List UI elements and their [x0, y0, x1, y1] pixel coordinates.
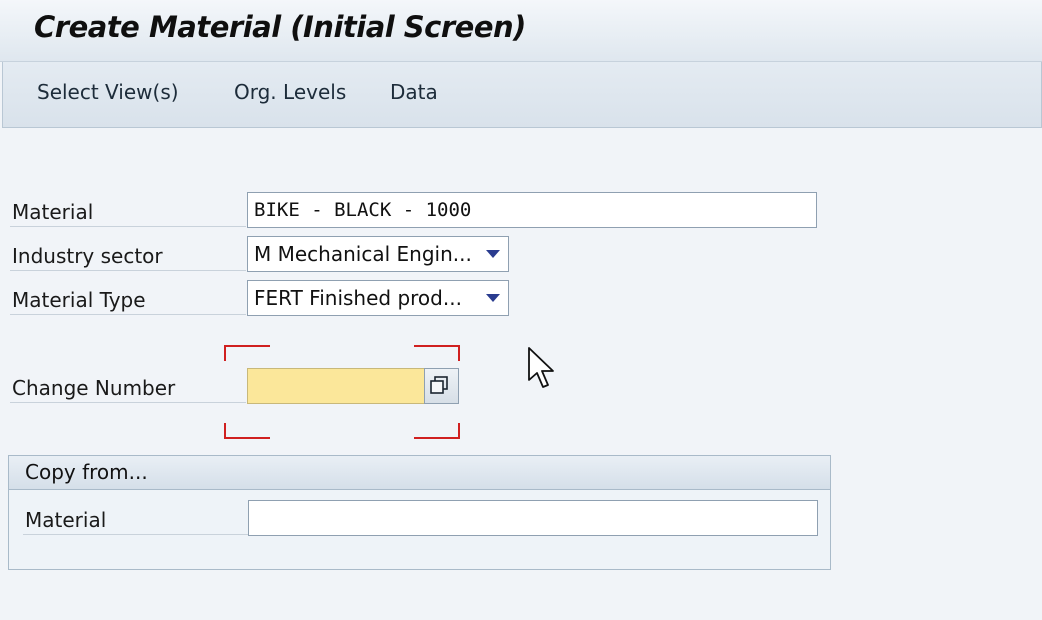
org-levels-button[interactable]: Org. Levels [234, 80, 346, 104]
value-help-button[interactable] [424, 368, 459, 404]
highlight-bracket-bottom-right [414, 423, 460, 439]
material-type-dropdown[interactable]: FERT Finished prod... [247, 280, 509, 316]
material-type-value: FERT Finished prod... [254, 286, 462, 310]
application-toolbar: Select View(s) Org. Levels Data [2, 62, 1042, 128]
triangle-down-icon[interactable] [486, 294, 500, 302]
highlight-bracket-top-left [224, 345, 270, 361]
copy-material-label: Material [23, 505, 248, 535]
material-label: Material [10, 197, 246, 227]
material-input[interactable]: BIKE - BLACK - 1000 [247, 192, 817, 228]
highlight-bracket-bottom-left [224, 423, 270, 439]
select-views-button[interactable]: Select View(s) [37, 80, 179, 104]
material-type-label: Material Type [10, 285, 246, 315]
mouse-pointer-icon [528, 347, 554, 388]
change-number-label: Change Number [10, 373, 246, 403]
industry-sector-dropdown[interactable]: M Mechanical Engin... [247, 236, 509, 272]
page-title: Create Material (Initial Screen) [34, 10, 526, 44]
highlight-bracket-top-right [414, 345, 460, 361]
title-bar: Create Material (Initial Screen) [0, 0, 1042, 62]
copy-from-title: Copy from... [9, 456, 830, 490]
change-number-input[interactable] [247, 368, 425, 404]
value-help-icon [430, 376, 448, 394]
data-button[interactable]: Data [390, 80, 438, 104]
triangle-down-icon[interactable] [486, 250, 500, 258]
copy-material-input[interactable] [248, 500, 818, 536]
industry-sector-value: M Mechanical Engin... [254, 242, 472, 266]
copy-from-group: Copy from... Material [8, 455, 831, 570]
industry-sector-label: Industry sector [10, 241, 246, 271]
